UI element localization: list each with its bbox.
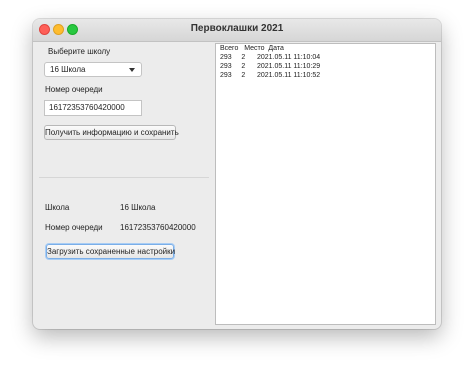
queue-number-input[interactable]: 16172353760420000 — [44, 100, 142, 116]
saved-school-value: 16 Школа — [120, 203, 156, 212]
divider — [39, 177, 209, 178]
results-line: 293 2 2021.05.11 11:10:29 — [220, 63, 321, 70]
school-select-value: 16 Школа — [50, 65, 86, 74]
title-bar: Первоклашки 2021 — [33, 19, 441, 42]
get-and-save-button[interactable]: Получить информацию и сохранить — [44, 125, 179, 140]
load-saved-settings-button[interactable]: Загрузить сохраненные настройки — [46, 244, 175, 259]
chevron-down-icon — [129, 68, 135, 72]
app-window: Первоклашки 2021 Выберите школу 16 Школа… — [33, 19, 441, 329]
results-line: Всего Место Дата — [220, 45, 284, 52]
school-label: Выберите школу — [48, 47, 111, 56]
window-title: Первоклашки 2021 — [190, 23, 284, 34]
saved-queue-label: Номер очереди — [45, 223, 103, 232]
results-line: 293 2 2021.05.11 11:10:04 — [220, 54, 321, 61]
school-select[interactable]: 16 Школа — [44, 62, 142, 77]
results-text-area[interactable]: Всего Место Дата 293 2 2021.05.11 11:10:… — [215, 43, 436, 325]
results-line: 293 2 2021.05.11 11:10:52 — [220, 72, 321, 79]
queue-label: Номер очереди — [45, 85, 103, 94]
saved-queue-value: 16172353760420000 — [120, 223, 196, 232]
saved-school-label: Школа — [45, 203, 70, 212]
